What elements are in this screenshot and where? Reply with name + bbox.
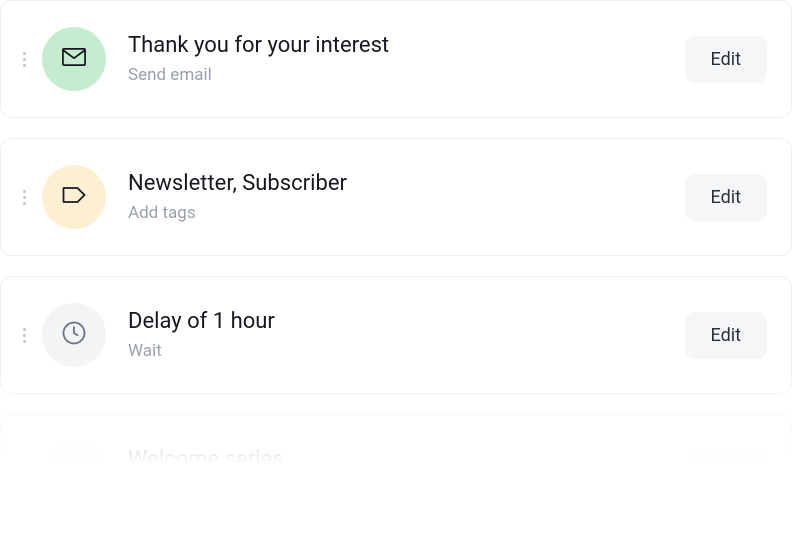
sequence-icon xyxy=(60,457,88,489)
step-content: Newsletter, Subscriber Add tags xyxy=(128,170,685,225)
step-subtitle: Run sequence xyxy=(128,478,685,500)
envelope-icon xyxy=(60,43,88,75)
step-avatar xyxy=(42,303,106,367)
step-subtitle: Send email xyxy=(128,64,685,86)
clock-icon xyxy=(60,319,88,351)
step-content: Thank you for your interest Send email xyxy=(128,32,685,87)
drag-handle[interactable] xyxy=(15,182,36,213)
step-title: Delay of 1 hour xyxy=(128,308,685,337)
step-avatar xyxy=(42,441,106,505)
step-content: Delay of 1 hour Wait xyxy=(128,308,685,363)
edit-button[interactable]: Edit xyxy=(685,174,767,221)
drag-handle[interactable] xyxy=(15,44,36,75)
workflow-step-tags: Newsletter, Subscriber Add tags Edit xyxy=(0,138,792,256)
edit-button[interactable]: Edit xyxy=(685,36,767,83)
tag-icon xyxy=(60,181,88,213)
step-avatar xyxy=(42,27,106,91)
step-title: Newsletter, Subscriber xyxy=(128,170,685,199)
step-title: Welcome series xyxy=(128,446,685,475)
edit-button[interactable]: Edit xyxy=(685,450,767,497)
workflow-step-email: Thank you for your interest Send email E… xyxy=(0,0,792,118)
drag-handle[interactable] xyxy=(15,320,36,351)
workflow-step-list: Thank you for your interest Send email E… xyxy=(0,0,792,532)
step-content: Welcome series Run sequence xyxy=(128,446,685,501)
workflow-step-sequence: Welcome series Run sequence Edit xyxy=(0,414,792,532)
drag-handle[interactable] xyxy=(15,458,36,489)
step-title: Thank you for your interest xyxy=(128,32,685,61)
workflow-step-wait: Delay of 1 hour Wait Edit xyxy=(0,276,792,394)
step-avatar xyxy=(42,165,106,229)
edit-button[interactable]: Edit xyxy=(685,312,767,359)
step-subtitle: Wait xyxy=(128,340,685,362)
step-subtitle: Add tags xyxy=(128,202,685,224)
